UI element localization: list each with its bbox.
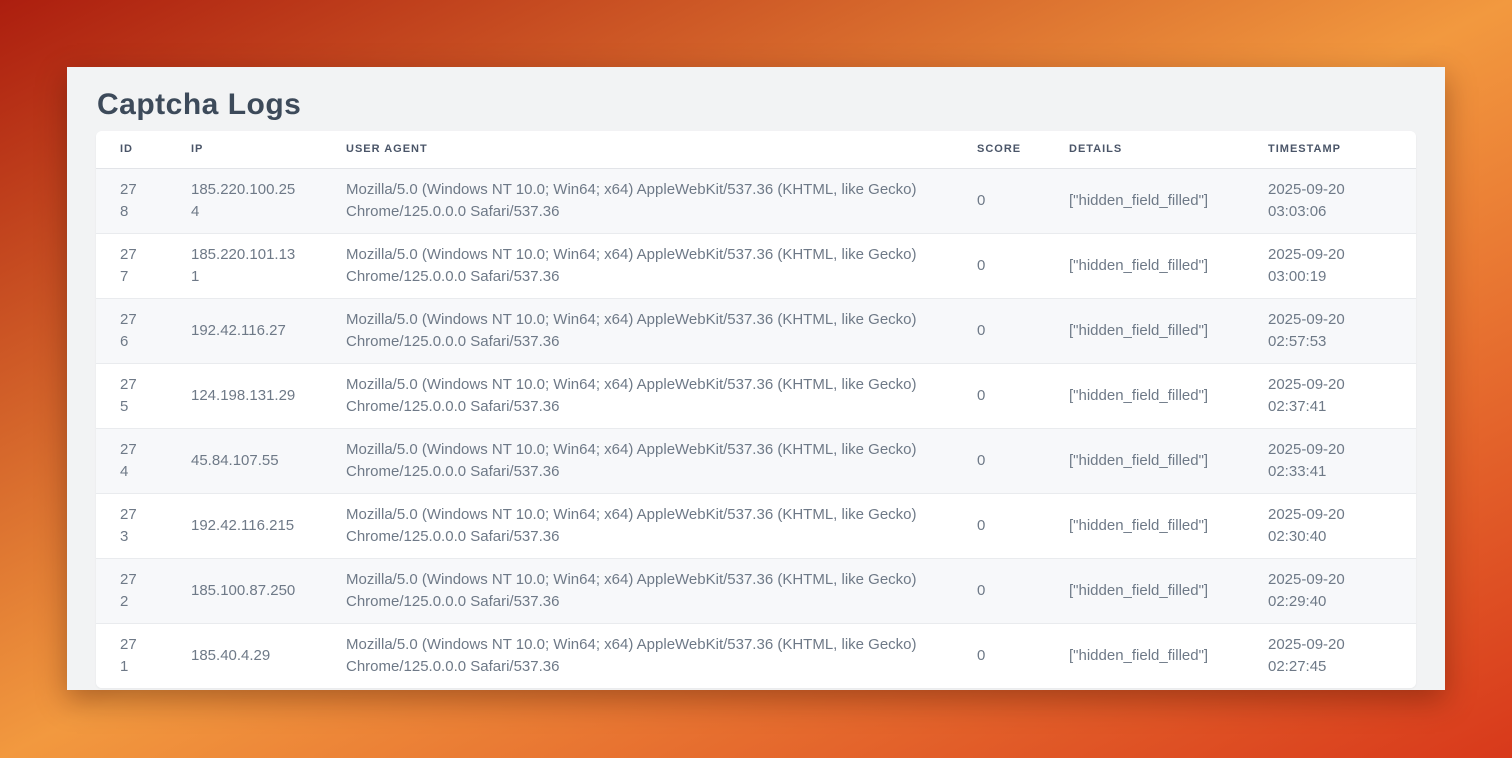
table-row: 274 45.84.107.55 Mozilla/5.0 (Windows NT… — [96, 428, 1416, 493]
cell-details: ["hidden_field_filled"] — [1045, 493, 1244, 558]
app-background: { "page": { "title": "Captcha Logs" }, "… — [0, 0, 1512, 758]
cell-user-agent: Mozilla/5.0 (Windows NT 10.0; Win64; x64… — [322, 428, 953, 493]
cell-score: 0 — [953, 493, 1045, 558]
cell-details: ["hidden_field_filled"] — [1045, 623, 1244, 688]
cell-ip: 124.198.131.29 — [167, 363, 322, 428]
table-row: 278 185.220.100.254 Mozilla/5.0 (Windows… — [96, 168, 1416, 233]
cell-score: 0 — [953, 363, 1045, 428]
cell-timestamp: 2025-09-20 02:27:45 — [1244, 623, 1416, 688]
logs-table: ID IP USER AGENT SCORE DETAILS TIMESTAMP… — [96, 131, 1416, 688]
cell-user-agent: Mozilla/5.0 (Windows NT 10.0; Win64; x64… — [322, 558, 953, 623]
cell-id: 277 — [96, 233, 167, 298]
cell-score: 0 — [953, 298, 1045, 363]
cell-id: 278 — [96, 168, 167, 233]
cell-timestamp: 2025-09-20 03:03:06 — [1244, 168, 1416, 233]
cell-score: 0 — [953, 623, 1045, 688]
cell-id: 274 — [96, 428, 167, 493]
cell-details: ["hidden_field_filled"] — [1045, 298, 1244, 363]
cell-id: 273 — [96, 493, 167, 558]
cell-details: ["hidden_field_filled"] — [1045, 363, 1244, 428]
captcha-logs-panel: Captcha Logs ID IP USER AGENT SCORE DETA… — [67, 67, 1445, 690]
cell-ip: 185.220.100.254 — [167, 168, 322, 233]
cell-ip: 192.42.116.215 — [167, 493, 322, 558]
table-header-row: ID IP USER AGENT SCORE DETAILS TIMESTAMP — [96, 131, 1416, 168]
cell-ip: 185.100.87.250 — [167, 558, 322, 623]
cell-timestamp: 2025-09-20 02:29:40 — [1244, 558, 1416, 623]
table-row: 272 185.100.87.250 Mozilla/5.0 (Windows … — [96, 558, 1416, 623]
cell-details: ["hidden_field_filled"] — [1045, 428, 1244, 493]
cell-user-agent: Mozilla/5.0 (Windows NT 10.0; Win64; x64… — [322, 623, 953, 688]
column-header-ip: IP — [167, 131, 322, 168]
column-header-user-agent: USER AGENT — [322, 131, 953, 168]
cell-timestamp: 2025-09-20 02:37:41 — [1244, 363, 1416, 428]
cell-score: 0 — [953, 233, 1045, 298]
cell-timestamp: 2025-09-20 02:57:53 — [1244, 298, 1416, 363]
column-header-details: DETAILS — [1045, 131, 1244, 168]
cell-timestamp: 2025-09-20 03:00:19 — [1244, 233, 1416, 298]
column-header-score: SCORE — [953, 131, 1045, 168]
cell-id: 271 — [96, 623, 167, 688]
cell-id: 272 — [96, 558, 167, 623]
cell-timestamp: 2025-09-20 02:33:41 — [1244, 428, 1416, 493]
cell-timestamp: 2025-09-20 02:30:40 — [1244, 493, 1416, 558]
cell-details: ["hidden_field_filled"] — [1045, 233, 1244, 298]
cell-score: 0 — [953, 428, 1045, 493]
cell-ip: 45.84.107.55 — [167, 428, 322, 493]
table-row: 276 192.42.116.27 Mozilla/5.0 (Windows N… — [96, 298, 1416, 363]
cell-score: 0 — [953, 558, 1045, 623]
column-header-timestamp: TIMESTAMP — [1244, 131, 1416, 168]
logs-table-container: ID IP USER AGENT SCORE DETAILS TIMESTAMP… — [96, 131, 1416, 688]
cell-details: ["hidden_field_filled"] — [1045, 168, 1244, 233]
table-row: 275 124.198.131.29 Mozilla/5.0 (Windows … — [96, 363, 1416, 428]
cell-id: 275 — [96, 363, 167, 428]
cell-user-agent: Mozilla/5.0 (Windows NT 10.0; Win64; x64… — [322, 363, 953, 428]
page-title: Captcha Logs — [96, 67, 1416, 131]
cell-user-agent: Mozilla/5.0 (Windows NT 10.0; Win64; x64… — [322, 233, 953, 298]
cell-user-agent: Mozilla/5.0 (Windows NT 10.0; Win64; x64… — [322, 298, 953, 363]
table-row: 273 192.42.116.215 Mozilla/5.0 (Windows … — [96, 493, 1416, 558]
cell-user-agent: Mozilla/5.0 (Windows NT 10.0; Win64; x64… — [322, 168, 953, 233]
cell-ip: 185.220.101.131 — [167, 233, 322, 298]
cell-ip: 185.40.4.29 — [167, 623, 322, 688]
table-row: 277 185.220.101.131 Mozilla/5.0 (Windows… — [96, 233, 1416, 298]
cell-ip: 192.42.116.27 — [167, 298, 322, 363]
column-header-id: ID — [96, 131, 167, 168]
cell-user-agent: Mozilla/5.0 (Windows NT 10.0; Win64; x64… — [322, 493, 953, 558]
cell-score: 0 — [953, 168, 1045, 233]
table-row: 271 185.40.4.29 Mozilla/5.0 (Windows NT … — [96, 623, 1416, 688]
cell-id: 276 — [96, 298, 167, 363]
cell-details: ["hidden_field_filled"] — [1045, 558, 1244, 623]
